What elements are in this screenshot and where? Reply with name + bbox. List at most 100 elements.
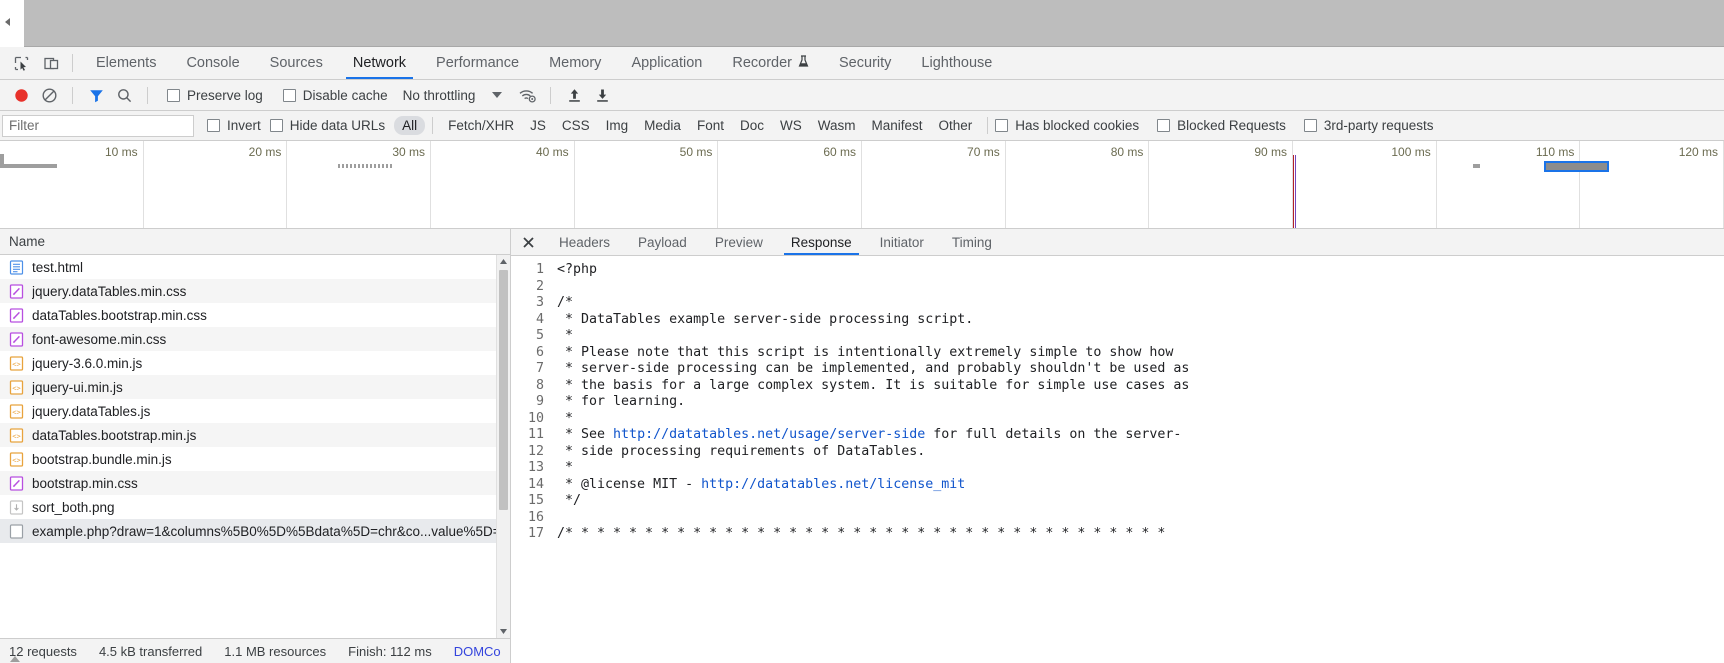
invert-box[interactable] bbox=[207, 119, 220, 132]
close-icon[interactable] bbox=[511, 229, 545, 255]
request-list-header[interactable]: Name bbox=[0, 229, 510, 255]
preserve-log-checkbox[interactable]: Preserve log bbox=[158, 88, 272, 103]
request-row[interactable]: <> jquery-3.6.0.min.js bbox=[0, 351, 510, 375]
detail-tab-headers[interactable]: Headers bbox=[545, 229, 624, 255]
filter-type-font[interactable]: Font bbox=[689, 116, 732, 135]
filter-type-media[interactable]: Media bbox=[636, 116, 689, 135]
disable-cache-box[interactable] bbox=[282, 88, 296, 102]
code-line-text: * for learning. bbox=[557, 394, 686, 409]
code-line: 6 * Please note that this script is inte… bbox=[511, 345, 1724, 362]
request-row[interactable]: sort_both.png bbox=[0, 495, 510, 519]
has-blocked-cookies-label: Has blocked cookies bbox=[1015, 118, 1140, 133]
has-blocked-cookies-box[interactable] bbox=[995, 119, 1009, 132]
tab-security[interactable]: Security bbox=[824, 47, 906, 79]
overview-tick-label: 90 ms bbox=[1254, 145, 1288, 159]
network-conditions-icon[interactable] bbox=[514, 82, 540, 108]
request-row-selected[interactable]: example.php?draw=1&columns%5B0%5D%5Bdata… bbox=[0, 519, 510, 543]
request-list-scrollbar[interactable] bbox=[496, 255, 510, 638]
filter-type-ws[interactable]: WS bbox=[772, 116, 810, 135]
filter-type-img[interactable]: Img bbox=[598, 116, 637, 135]
hide-data-urls-box[interactable] bbox=[269, 119, 283, 132]
detail-tab-response[interactable]: Response bbox=[777, 229, 866, 255]
tab-recorder-label: Recorder bbox=[732, 55, 793, 71]
filter-input[interactable] bbox=[2, 114, 194, 137]
response-code-viewer[interactable]: 1 <?php 2 3 /* 4 * DataTables example server-… bbox=[511, 256, 1724, 649]
inspect-element-icon[interactable] bbox=[6, 47, 36, 79]
chevron-down-icon bbox=[492, 92, 503, 98]
third-party-requests-box[interactable] bbox=[1303, 119, 1317, 132]
code-line-text: * bbox=[557, 328, 574, 343]
scrollbar-thumb[interactable] bbox=[499, 270, 508, 510]
tab-security-label: Security bbox=[839, 55, 892, 71]
disable-cache-checkbox[interactable]: Disable cache bbox=[274, 88, 397, 103]
back-arrow-icon[interactable] bbox=[5, 18, 10, 27]
preserve-log-box[interactable] bbox=[167, 88, 180, 102]
filter-type-fetch-xhr[interactable]: Fetch/XHR bbox=[440, 116, 522, 135]
hide-data-urls-checkbox[interactable]: Hide data URLs bbox=[269, 118, 394, 133]
request-row[interactable]: <> bootstrap.bundle.min.js bbox=[0, 447, 510, 471]
tab-application[interactable]: Application bbox=[616, 47, 717, 79]
control-divider-2 bbox=[147, 86, 148, 104]
detail-tab-timing[interactable]: Timing bbox=[938, 229, 1006, 255]
request-row[interactable]: dataTables.bootstrap.min.css bbox=[0, 303, 510, 327]
detail-tab-preview[interactable]: Preview bbox=[701, 229, 777, 255]
tab-elements[interactable]: Elements bbox=[81, 47, 171, 79]
clear-button[interactable] bbox=[36, 82, 62, 108]
code-link[interactable]: http://datatables.net/usage/server-side bbox=[613, 427, 925, 442]
filter-type-all[interactable]: All bbox=[394, 116, 426, 135]
filter-type-manifest[interactable]: Manifest bbox=[863, 116, 930, 135]
tab-network[interactable]: Network bbox=[338, 47, 421, 79]
filter-type-wasm[interactable]: Wasm bbox=[810, 116, 864, 135]
blocked-requests-box[interactable] bbox=[1157, 119, 1171, 132]
search-icon[interactable] bbox=[111, 82, 137, 108]
third-party-requests-label: 3rd-party requests bbox=[1323, 118, 1434, 133]
overview-tick-cell: 110 ms bbox=[1437, 141, 1581, 228]
tab-performance[interactable]: Performance bbox=[421, 47, 534, 79]
code-line-number: 10 bbox=[527, 410, 544, 426]
tab-recorder[interactable]: Recorder bbox=[717, 47, 824, 79]
filter-icon[interactable] bbox=[83, 82, 109, 108]
network-overview-timeline[interactable]: 10 ms 20 ms 30 ms 40 ms 50 ms 60 ms 70 ms 80 ms… bbox=[0, 141, 1724, 229]
third-party-requests-checkbox[interactable]: 3rd-party requests bbox=[1295, 118, 1443, 133]
tab-console[interactable]: Console bbox=[171, 47, 254, 79]
request-detail-pane: Headers Payload Preview Response Initiat… bbox=[511, 229, 1724, 663]
resize-handle-icon[interactable] bbox=[10, 656, 20, 662]
filter-type-js[interactable]: JS bbox=[522, 116, 554, 135]
export-har-icon[interactable] bbox=[589, 82, 615, 108]
throttling-dropdown[interactable]: No throttling bbox=[399, 88, 503, 103]
request-row[interactable]: <> dataTables.bootstrap.min.js bbox=[0, 423, 510, 447]
code-link[interactable]: http://datatables.net/license_mit bbox=[701, 477, 965, 492]
filter-type-other[interactable]: Other bbox=[931, 116, 981, 135]
scroll-down-icon[interactable] bbox=[497, 625, 510, 638]
tab-memory[interactable]: Memory bbox=[534, 47, 616, 79]
request-row[interactable]: test.html bbox=[0, 255, 510, 279]
scroll-up-icon[interactable] bbox=[497, 255, 510, 268]
detail-tab-timing-label: Timing bbox=[951, 234, 992, 250]
filter-type-css-label: CSS bbox=[561, 118, 590, 133]
request-row[interactable]: <> jquery.dataTables.js bbox=[0, 399, 510, 423]
request-row[interactable]: jquery.dataTables.min.css bbox=[0, 279, 510, 303]
filter-type-font-label: Font bbox=[696, 118, 724, 133]
script-icon: <> bbox=[9, 403, 24, 419]
device-toolbar-icon[interactable] bbox=[36, 47, 66, 79]
tab-lighthouse[interactable]: Lighthouse bbox=[906, 47, 1007, 79]
detail-tab-payload[interactable]: Payload bbox=[624, 229, 701, 255]
svg-text:<>: <> bbox=[12, 384, 20, 392]
filter-type-doc[interactable]: Doc bbox=[732, 116, 772, 135]
request-row[interactable]: <> jquery-ui.min.js bbox=[0, 375, 510, 399]
request-row[interactable]: font-awesome.min.css bbox=[0, 327, 510, 351]
record-button[interactable] bbox=[8, 82, 34, 108]
code-line-number: 12 bbox=[527, 443, 544, 459]
import-har-icon[interactable] bbox=[561, 82, 587, 108]
code-line-text: * the basis for a large complex system. … bbox=[557, 377, 1190, 393]
filter-type-css[interactable]: CSS bbox=[554, 116, 598, 135]
invert-checkbox[interactable]: Invert bbox=[198, 118, 270, 133]
has-blocked-cookies-checkbox[interactable]: Has blocked cookies bbox=[995, 118, 1148, 133]
detail-tab-initiator[interactable]: Initiator bbox=[866, 229, 938, 255]
blocked-requests-checkbox[interactable]: Blocked Requests bbox=[1148, 118, 1295, 133]
tab-sources[interactable]: Sources bbox=[255, 47, 338, 79]
request-list[interactable]: test.html jquery.dataTables.min.css dataTa… bbox=[0, 255, 510, 638]
code-line-number: 4 bbox=[535, 311, 544, 327]
status-dom-content-loaded: DOMCo bbox=[453, 643, 501, 659]
request-row[interactable]: bootstrap.min.css bbox=[0, 471, 510, 495]
